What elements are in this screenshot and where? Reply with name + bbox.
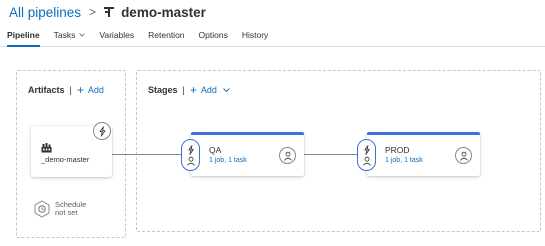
tab-label: Options xyxy=(198,30,228,40)
tab-label: Tasks xyxy=(53,30,76,40)
plus-icon: + xyxy=(76,82,84,97)
stage-topbar xyxy=(191,132,304,135)
person-icon xyxy=(186,156,195,166)
tab-options[interactable]: Options xyxy=(192,28,235,46)
add-stage-button[interactable]: + Add xyxy=(189,82,230,97)
tab-variables[interactable]: Variables xyxy=(92,28,141,46)
stages-header: Stages | + Add xyxy=(148,82,230,97)
stage-card-prod[interactable]: PROD 1 job, 1 task xyxy=(357,132,480,176)
schedule-label-line2: not set xyxy=(55,208,78,217)
artifacts-header: Artifacts | + Add xyxy=(28,82,104,97)
artifact-card[interactable]: _demo-master xyxy=(31,122,112,177)
tab-label: Retention xyxy=(148,30,185,40)
breadcrumb: All pipelines > demo-master xyxy=(9,2,206,22)
pre-deployment-conditions-button[interactable] xyxy=(181,139,200,171)
header-divider: | xyxy=(69,85,72,95)
chevron-down-icon xyxy=(79,33,86,37)
stage-topbar xyxy=(367,132,480,135)
clock-icon xyxy=(34,200,50,218)
post-deployment-conditions-button[interactable] xyxy=(279,147,296,164)
pipeline-title: demo-master xyxy=(121,4,206,20)
tab-label: Variables xyxy=(99,30,135,40)
person-icon xyxy=(459,151,468,161)
pre-deployment-conditions-button[interactable] xyxy=(357,139,376,171)
stage-job-summary[interactable]: 1 job, 1 task xyxy=(209,157,247,164)
continuous-deployment-trigger-button[interactable] xyxy=(93,122,111,140)
build-artifact-icon xyxy=(41,143,52,153)
stage-name: PROD xyxy=(385,145,410,155)
add-stage-label: Add xyxy=(200,85,217,95)
breadcrumb-separator: > xyxy=(89,5,97,19)
artifact-to-qa-connector xyxy=(112,154,191,155)
tab-retention[interactable]: Retention xyxy=(141,28,191,46)
schedule-trigger[interactable]: Schedule not set xyxy=(33,200,86,218)
all-pipelines-link[interactable]: All pipelines xyxy=(9,5,81,20)
tab-pipeline[interactable]: Pipeline xyxy=(0,28,47,47)
lightning-trigger-icon xyxy=(187,144,194,155)
person-icon xyxy=(362,156,371,166)
plus-icon: + xyxy=(189,82,197,97)
post-deployment-conditions-button[interactable] xyxy=(455,147,472,164)
lightning-trigger-icon xyxy=(363,144,370,155)
artifacts-heading: Artifacts xyxy=(28,85,65,95)
tab-label: Pipeline xyxy=(7,30,40,40)
tab-tasks[interactable]: Tasks xyxy=(47,28,93,46)
header-divider: | xyxy=(182,85,185,95)
add-artifact-label: Add xyxy=(87,85,104,95)
person-icon xyxy=(283,151,292,161)
chevron-down-icon xyxy=(223,88,230,93)
tab-bar: Pipeline Tasks Variables Retention Optio… xyxy=(0,28,545,47)
lightning-trigger-icon xyxy=(99,125,105,137)
tab-label: History xyxy=(241,30,269,40)
stages-heading: Stages xyxy=(148,85,178,95)
add-artifact-button[interactable]: + Add xyxy=(76,82,104,97)
tab-history[interactable]: History xyxy=(235,28,275,46)
stage-name: QA xyxy=(209,145,222,155)
artifact-name: _demo-master xyxy=(41,155,90,164)
release-pipeline-icon xyxy=(104,7,115,17)
stage-job-summary[interactable]: 1 job, 1 task xyxy=(385,157,423,164)
stage-card-qa[interactable]: QA 1 job, 1 task xyxy=(181,132,304,176)
